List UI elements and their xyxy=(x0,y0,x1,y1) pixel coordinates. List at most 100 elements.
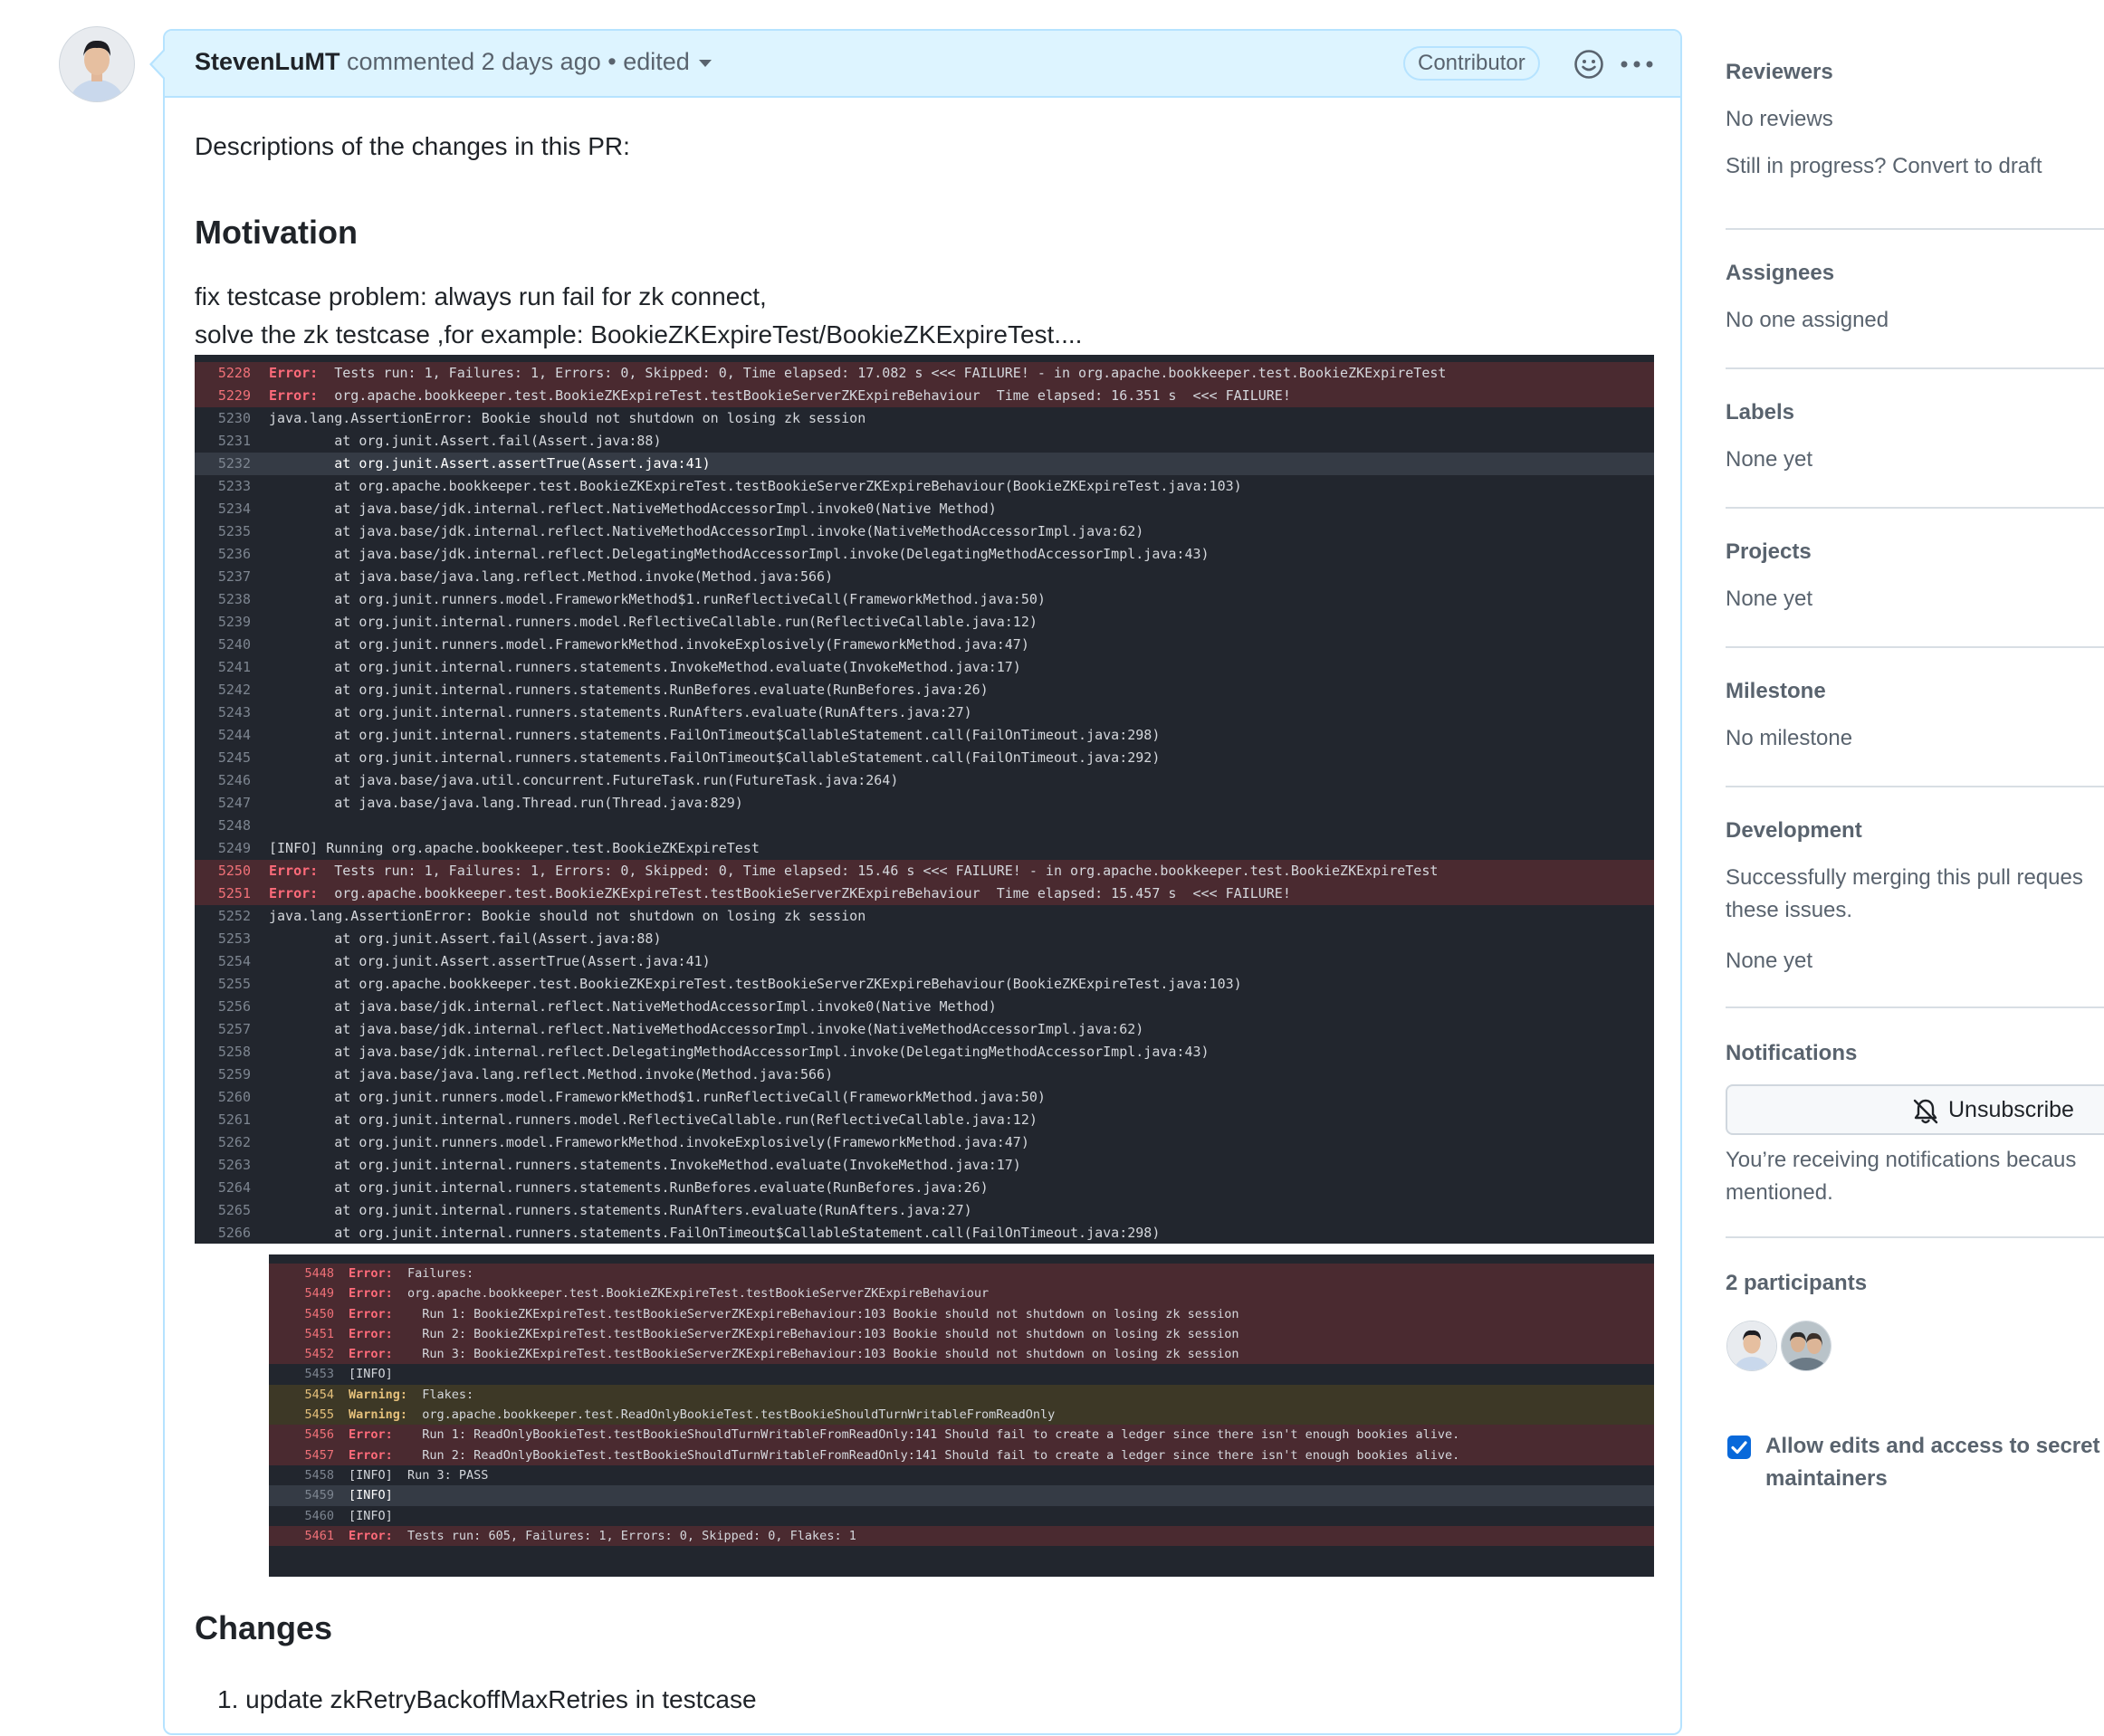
participants-section: 2 participants xyxy=(1726,1271,2104,1296)
log-line: 5238 at org.junit.runners.model.Framewor… xyxy=(195,588,1654,611)
log-text: [INFO] xyxy=(349,1488,393,1503)
line-number: 5247 xyxy=(217,795,251,811)
log-line: 5453 [INFO] xyxy=(269,1364,1654,1384)
kebab-icon[interactable] xyxy=(1619,52,1655,76)
line-number: 5228 xyxy=(217,365,251,381)
motivation-heading: Motivation xyxy=(195,214,358,251)
log-text: at java.base/jdk.internal.reflect.Native… xyxy=(269,1021,1144,1037)
log-text: Run 2: BookieZKExpireTest.testBookieServ… xyxy=(392,1326,1239,1341)
line-number: 5252 xyxy=(217,908,251,924)
log-line: 5255 at org.apache.bookkeeper.test.Booki… xyxy=(195,973,1654,996)
participant-avatar[interactable] xyxy=(1782,1321,1831,1370)
log-text: Run 2: ReadOnlyBookieTest.testBookieShou… xyxy=(392,1447,1460,1463)
error-tag: Error: xyxy=(349,1447,393,1463)
warning-tag: Warning: xyxy=(349,1407,408,1423)
assignees-heading[interactable]: Assignees xyxy=(1726,261,2104,286)
line-number: 5450 xyxy=(304,1306,334,1321)
edited-dropdown[interactable]: edited xyxy=(623,48,712,75)
line-number: 5233 xyxy=(217,478,251,494)
log-text: at java.base/jdk.internal.reflect.Delega… xyxy=(269,546,1210,562)
line-number: 5238 xyxy=(217,591,251,607)
comment-pointer-fill xyxy=(152,51,165,78)
log-line: 5241 at org.junit.internal.runners.state… xyxy=(195,656,1654,679)
reviewers-heading[interactable]: Reviewers xyxy=(1726,60,2104,85)
development-heading[interactable]: Development xyxy=(1726,818,2104,844)
error-tag: Error: xyxy=(349,1347,393,1362)
milestone-section: Milestone No milestone xyxy=(1726,679,2104,750)
participant-avatar[interactable] xyxy=(1727,1321,1776,1370)
projects-heading[interactable]: Projects xyxy=(1726,539,2104,565)
reviewers-value: No reviews xyxy=(1726,107,1833,131)
line-number: 5264 xyxy=(217,1179,251,1196)
log-text: java.lang.AssertionError: Bookie should … xyxy=(269,410,866,426)
changes-item-text: update zkRetryBackoffMaxRetries in testc… xyxy=(245,1685,757,1713)
log-text: at org.junit.internal.runners.statements… xyxy=(269,1157,1021,1173)
log-text: Tests run: 605, Failures: 1, Errors: 0, … xyxy=(392,1528,856,1543)
unsubscribe-button[interactable]: Unsubscribe xyxy=(1726,1084,2104,1135)
log-text: at java.base/jdk.internal.reflect.Native… xyxy=(269,998,997,1015)
log-line: 5449 Error: org.apache.bookkeeper.test.Bo… xyxy=(269,1283,1654,1304)
line-number: 5240 xyxy=(217,636,251,653)
log-line: 5261 at org.junit.internal.runners.model… xyxy=(195,1109,1654,1131)
log-text: at org.junit.internal.runners.statements… xyxy=(269,1179,989,1196)
comment-time[interactable]: 2 days ago xyxy=(482,48,601,75)
log-text: at org.junit.Assert.fail(Assert.java:88) xyxy=(269,930,662,947)
log-line: 5231 at org.junit.Assert.fail(Assert.jav… xyxy=(195,430,1654,453)
log-text: Tests run: 1, Failures: 1, Errors: 0, Sk… xyxy=(318,863,1439,879)
author-name[interactable]: StevenLuMT xyxy=(195,48,340,75)
motivation-line-2: solve the zk testcase ,for example: Book… xyxy=(195,320,1083,348)
line-number: 5265 xyxy=(217,1202,251,1218)
line-number: 5266 xyxy=(217,1225,251,1241)
error-tag: Error: xyxy=(349,1306,393,1321)
divider xyxy=(1726,507,2104,509)
log-text: at java.base/jdk.internal.reflect.Native… xyxy=(269,501,997,517)
line-number: 5260 xyxy=(217,1089,251,1105)
log-line: 5250 Error: Tests run: 1, Failures: 1, Er… xyxy=(195,860,1654,882)
log-text: at org.junit.internal.runners.statements… xyxy=(269,1202,972,1218)
convert-to-draft-link[interactable]: Still in progress? Convert to draft xyxy=(1726,154,2042,179)
error-tag: Error: xyxy=(349,1286,393,1302)
log-line: 5458 [INFO] Run 3: PASS xyxy=(269,1465,1654,1485)
line-number: 5452 xyxy=(304,1347,334,1362)
line-number: 5235 xyxy=(217,523,251,539)
log-line: 5235 at java.base/jdk.internal.reflect.N… xyxy=(195,520,1654,543)
milestone-heading[interactable]: Milestone xyxy=(1726,679,2104,704)
labels-heading[interactable]: Labels xyxy=(1726,400,2104,425)
line-number: 5256 xyxy=(217,998,251,1015)
motivation-line-1: fix testcase problem: always run fail fo… xyxy=(195,282,767,310)
line-number: 5449 xyxy=(304,1286,334,1302)
comment-meta: StevenLuMT commented 2 days ago • edited xyxy=(195,48,712,76)
line-number: 5448 xyxy=(304,1266,334,1281)
milestone-value: No milestone xyxy=(1726,726,1853,750)
allow-edits-line-2: maintainers xyxy=(1765,1466,1888,1491)
author-avatar[interactable] xyxy=(60,27,134,101)
divider xyxy=(1726,1006,2104,1008)
log-line: 5456 Error: Run 1: ReadOnlyBookieTest.tes… xyxy=(269,1425,1654,1445)
log-text: at org.junit.internal.runners.statements… xyxy=(269,704,972,720)
line-number: 5245 xyxy=(217,749,251,766)
allow-edits-checkbox[interactable] xyxy=(1727,1436,1751,1459)
development-value: None yet xyxy=(1726,949,1813,973)
smiley-icon[interactable] xyxy=(1573,49,1604,80)
log-line: 5253 at org.junit.Assert.fail(Assert.jav… xyxy=(195,928,1654,950)
error-tag: Error: xyxy=(269,863,319,879)
log-line: 5266 at org.junit.internal.runners.state… xyxy=(195,1222,1654,1244)
allow-edits-label[interactable]: Allow edits and access to secret maintai… xyxy=(1765,1430,2099,1495)
log-line: 5248 xyxy=(195,815,1654,837)
development-description-2: these issues. xyxy=(1726,898,1853,922)
log-text: at org.junit.internal.runners.model.Refl… xyxy=(269,614,1038,630)
log-text: Run 1: BookieZKExpireTest.testBookieServ… xyxy=(392,1306,1239,1321)
line-number: 5246 xyxy=(217,772,251,788)
error-tag: Error: xyxy=(269,387,319,404)
line-number: 5453 xyxy=(304,1367,334,1382)
development-section: Development Successfully merging this pu… xyxy=(1726,818,2104,973)
divider xyxy=(1726,1236,2104,1238)
line-number: 5248 xyxy=(217,817,251,834)
log-text: Run 1: ReadOnlyBookieTest.testBookieShou… xyxy=(392,1427,1460,1443)
line-number: 5244 xyxy=(217,727,251,743)
log-line: 5459 [INFO] xyxy=(269,1485,1654,1506)
log-text: at org.junit.runners.model.FrameworkMeth… xyxy=(269,1089,1046,1105)
line-number: 5455 xyxy=(304,1407,334,1423)
line-number: 5259 xyxy=(217,1066,251,1083)
log-text: at java.base/jdk.internal.reflect.Delega… xyxy=(269,1044,1210,1060)
